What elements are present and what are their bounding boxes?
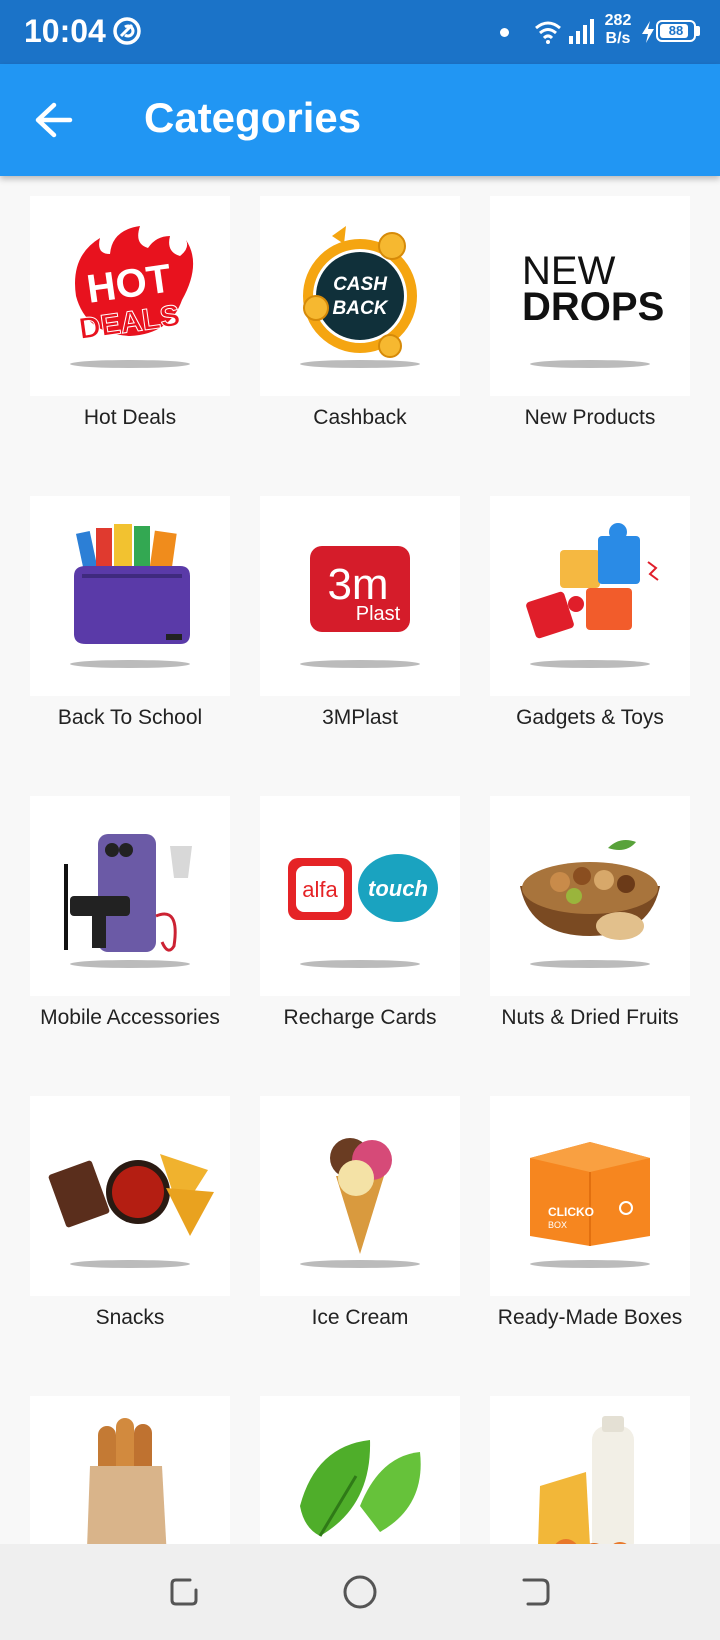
notification-dot-icon	[500, 28, 509, 37]
status-bar: 10:04 282 B/s 88	[0, 0, 720, 64]
category-label: New Products	[524, 406, 656, 429]
alfa-touch-logo: alfa touch	[260, 796, 460, 996]
category-tile-bread[interactable]	[15, 1396, 245, 1544]
at-sign-icon	[113, 17, 141, 45]
network-speed: 282 B/s	[604, 12, 632, 47]
bread-image	[30, 1396, 230, 1544]
recent-apps-icon	[170, 1578, 198, 1606]
svg-text:BOX: BOX	[548, 1220, 567, 1230]
3mplast-logo: 3m Plast	[260, 496, 460, 696]
cashback-logo: CASH BACK	[260, 196, 460, 396]
category-label: Cashback	[313, 406, 407, 429]
snacks-image	[30, 1096, 230, 1296]
category-tile-mobile-accessories[interactable]: Mobile Accessories	[15, 796, 245, 1046]
nav-back-button[interactable]	[510, 1566, 562, 1618]
phone-accessories-image	[30, 796, 230, 996]
svg-text:touch: touch	[368, 876, 428, 901]
category-tile-back-to-school[interactable]: Back To School	[15, 496, 245, 746]
svg-text:alfa: alfa	[302, 877, 338, 902]
puzzle-image	[490, 496, 690, 696]
svg-text:BACK: BACK	[333, 298, 389, 319]
wifi-icon	[535, 21, 561, 44]
back-button[interactable]	[22, 88, 86, 152]
svg-text:3m: 3m	[327, 560, 388, 609]
category-tile-ready-made-boxes[interactable]: CLICKO BOX Ready-Made Boxes	[475, 1096, 705, 1346]
category-label: Hot Deals	[83, 406, 177, 429]
category-label: Mobile Accessories	[40, 1006, 220, 1029]
ice-cream-image	[260, 1096, 460, 1296]
clicko-box-image: CLICKO BOX	[490, 1096, 690, 1296]
category-label: Back To School	[57, 706, 203, 729]
category-label: Ready-Made Boxes	[497, 1306, 683, 1329]
recent-apps-button[interactable]	[158, 1566, 210, 1618]
category-label: Recharge Cards	[283, 1006, 437, 1029]
category-label: Ice Cream	[311, 1306, 409, 1329]
nuts-image	[490, 796, 690, 996]
page-title: Categories	[144, 94, 362, 141]
category-label: Nuts & Dried Fruits	[501, 1006, 679, 1029]
home-button[interactable]	[334, 1566, 386, 1618]
system-nav-bar	[0, 1544, 720, 1640]
leaf-image	[260, 1396, 460, 1544]
categories-grid: HOT DEALS Hot Deals CASH BACK Cashback N…	[0, 176, 720, 1544]
svg-text:CLICKO: CLICKO	[548, 1205, 594, 1219]
home-circle-icon	[343, 1575, 377, 1609]
charging-icon	[642, 21, 654, 43]
category-tile-dairy[interactable]	[475, 1396, 705, 1544]
category-label: Snacks	[95, 1306, 165, 1329]
category-tile-greens[interactable]	[245, 1396, 475, 1544]
category-tile-hot-deals[interactable]: HOT DEALS Hot Deals	[15, 196, 245, 446]
category-tile-gadgets-toys[interactable]: Gadgets & Toys	[475, 496, 705, 746]
arrow-left-icon	[35, 102, 73, 138]
battery-cap	[696, 26, 700, 36]
category-tile-cashback[interactable]: CASH BACK Cashback	[245, 196, 475, 446]
status-time: 10:04	[24, 13, 106, 49]
app-bar: Categories	[0, 64, 720, 176]
svg-text:DROPS: DROPS	[522, 285, 664, 329]
category-tile-new-products[interactable]: NEW DROPS New Products	[475, 196, 705, 446]
signal-icon	[569, 19, 594, 44]
category-tile-3mplast[interactable]: 3m Plast 3MPlast	[245, 496, 475, 746]
battery-icon: 88	[656, 20, 696, 42]
category-label: Gadgets & Toys	[516, 706, 664, 729]
category-label: 3MPlast	[322, 706, 398, 729]
category-tile-snacks[interactable]: Snacks	[15, 1096, 245, 1346]
svg-text:Plast: Plast	[356, 603, 401, 625]
school-bag-image	[30, 496, 230, 696]
category-tile-ice-cream[interactable]: Ice Cream	[245, 1096, 475, 1346]
new-drops-logo: NEW DROPS	[490, 196, 690, 396]
dairy-image	[490, 1396, 690, 1544]
battery-level: 88	[668, 23, 684, 38]
nav-back-icon	[522, 1578, 550, 1606]
svg-text:CASH: CASH	[333, 274, 388, 295]
category-tile-nuts-dried-fruits[interactable]: Nuts & Dried Fruits	[475, 796, 705, 1046]
hot-deals-logo: HOT DEALS	[30, 196, 230, 396]
category-tile-recharge-cards[interactable]: alfa touch Recharge Cards	[245, 796, 475, 1046]
